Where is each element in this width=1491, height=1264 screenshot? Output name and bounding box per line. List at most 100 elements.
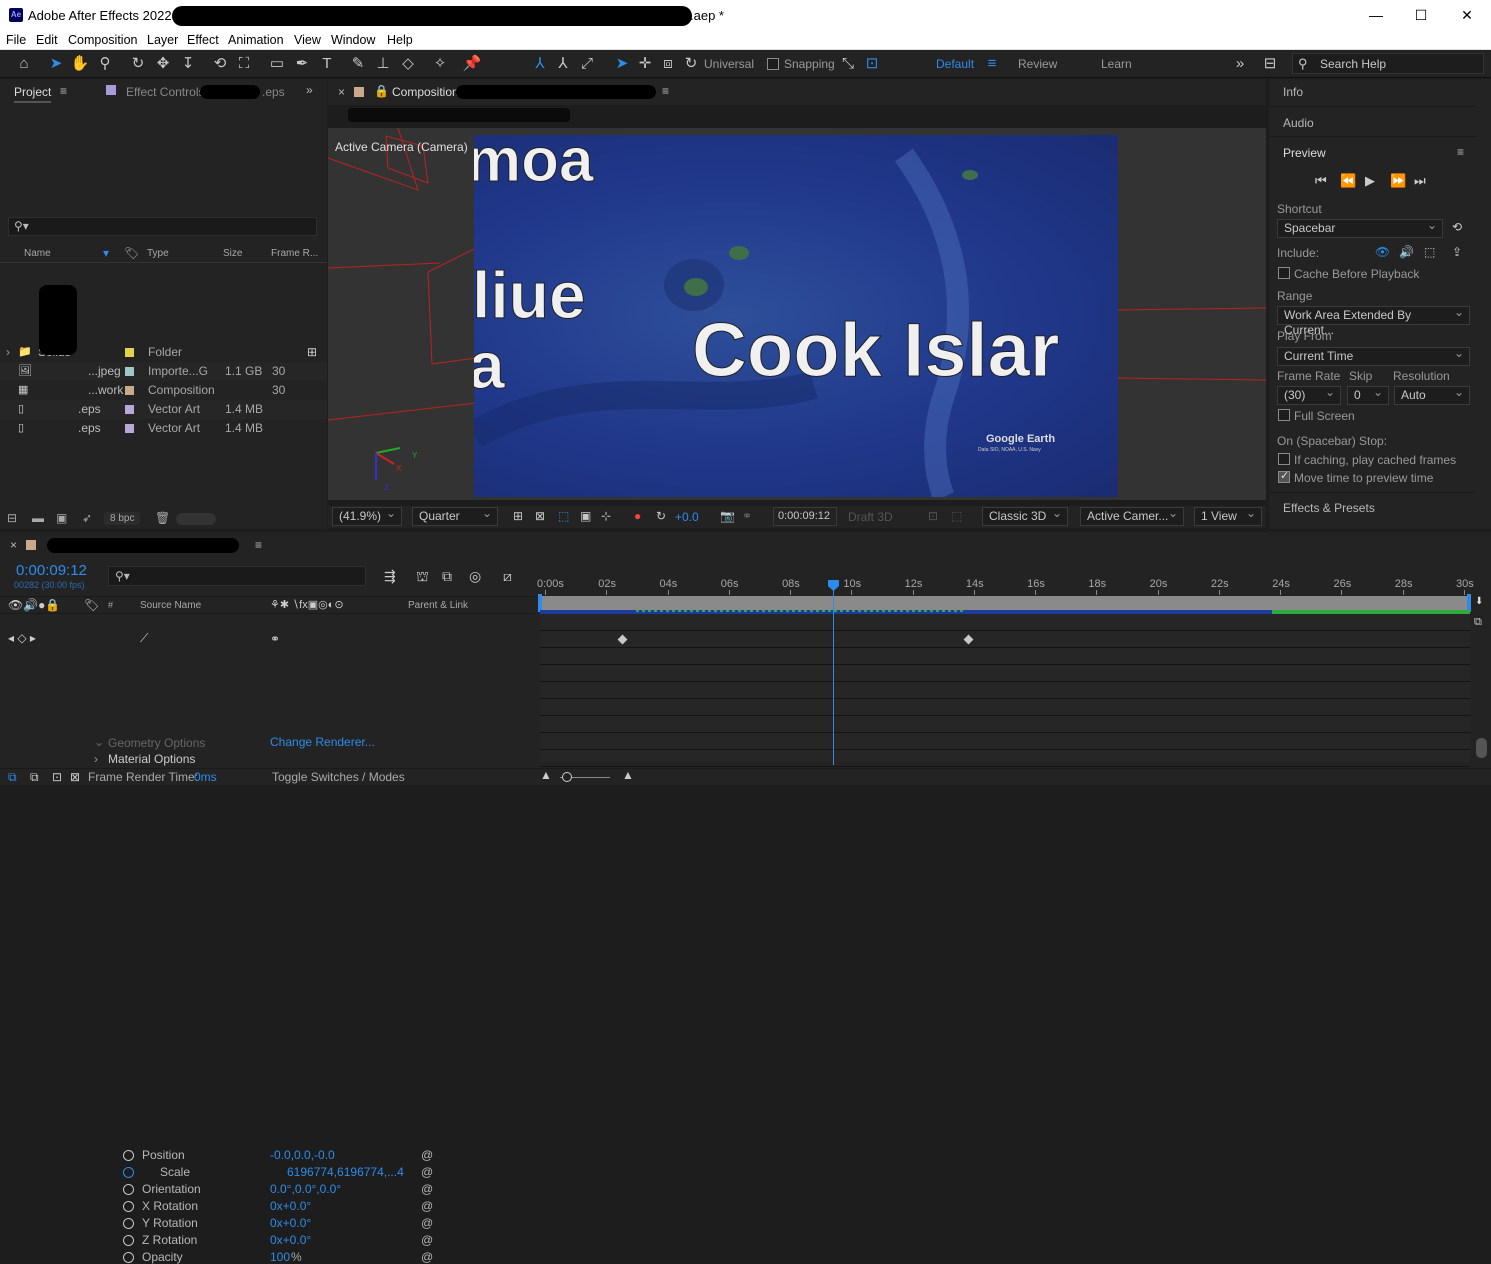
av-switches-icon[interactable]: 👁🔊●🔒 (8, 598, 60, 612)
expand-geometry-icon[interactable]: ⌄ (94, 735, 104, 749)
label-tag-icon[interactable]: 🏷 (124, 246, 139, 260)
toggle-switches-modes[interactable]: Toggle Switches / Modes (272, 770, 405, 784)
property-value[interactable]: 0x+0.0° (270, 1199, 311, 1213)
new-folder-icon[interactable]: ▬ (32, 511, 44, 525)
zoom-out-icon[interactable]: ▲ (540, 768, 552, 782)
mask-visibility-icon[interactable]: ⬚ (558, 509, 569, 523)
col-type[interactable]: Type (147, 248, 169, 259)
property-value[interactable]: 6196774,6196774,...4 (287, 1165, 404, 1179)
close-tab-icon[interactable]: × (338, 85, 345, 99)
3d-select-icon[interactable]: ➤ (612, 54, 632, 74)
show-snapshot-icon[interactable]: ⚭ (742, 509, 752, 523)
scroll-up-icon[interactable]: ⬇ (1475, 596, 1483, 607)
sort-arrow-icon[interactable]: ▾ (103, 246, 109, 260)
audio-section[interactable]: Audio (1269, 109, 1477, 137)
graph-icon[interactable]: ⟋ (140, 631, 148, 646)
3d-rotate-icon[interactable]: ↻ (681, 54, 701, 74)
keyframe-track-area[interactable] (540, 614, 1470, 762)
include-overlays-icon[interactable]: ⬚ (1424, 245, 1435, 259)
col-name[interactable]: Name (24, 248, 51, 259)
skip-dropdown[interactable]: 0 (1347, 385, 1389, 405)
next-frame-icon[interactable]: ⏩ (1390, 173, 1406, 189)
project-menu-icon[interactable]: ≡ (60, 84, 67, 98)
info-header[interactable]: Info (1283, 85, 1303, 99)
rotate-tool-icon[interactable]: ⟲ (210, 54, 230, 74)
minimize-button[interactable]: — (1353, 0, 1399, 31)
workspace-menu-icon[interactable]: ≡ (982, 54, 1002, 74)
project-item-row[interactable]: ▯ .eps Vector Art 1.4 MB (0, 400, 327, 419)
puppet-pin-icon[interactable]: 📌 (462, 54, 482, 74)
label-color-swatch[interactable] (125, 424, 134, 433)
snapping-checkbox[interactable] (767, 58, 779, 70)
trash-icon[interactable]: 🗑 (155, 511, 170, 525)
pick-whip-icon[interactable]: @ (421, 1182, 433, 1196)
pick-whip-icon[interactable]: @ (421, 1216, 433, 1230)
clone-stamp-icon[interactable]: ⊥ (373, 54, 393, 74)
search-help-input[interactable]: Search Help (1320, 57, 1386, 71)
keyframe-navigator[interactable]: ◂ ◇ ▸ (8, 631, 36, 645)
menu-effect[interactable]: Effect (187, 33, 219, 47)
reset-shortcut-icon[interactable]: ⟲ (1452, 220, 1462, 234)
universal-label[interactable]: Universal (704, 57, 754, 71)
world-axis-icon[interactable]: ⅄ (553, 54, 573, 74)
guides-icon[interactable]: ⊹ (601, 509, 611, 523)
menu-help[interactable]: Help (387, 33, 413, 47)
property-value[interactable]: 0x+0.0° (270, 1233, 311, 1247)
label-tag-icon[interactable]: 🏷 (84, 598, 99, 612)
resolution-dropdown[interactable]: Quarter (412, 506, 498, 526)
3d-move-icon[interactable]: ✛ (635, 54, 655, 74)
workspace-review[interactable]: Review (1018, 57, 1057, 71)
menu-file[interactable]: File (6, 33, 26, 47)
lock-icon[interactable]: 🔒 (374, 84, 389, 98)
thumbnail-slider[interactable] (176, 513, 216, 525)
fast-previews-icon[interactable]: ⊞ (513, 509, 523, 523)
orbit-tool-icon[interactable]: ↻ (128, 54, 148, 74)
pan-tool-icon[interactable]: ✥ (153, 54, 173, 74)
draft-3d-icon[interactable]: ⛫ (416, 568, 429, 587)
transparency-grid-icon[interactable]: ⊠ (535, 509, 545, 523)
zoom-in-icon[interactable]: ▲ (622, 768, 634, 782)
range-dropdown[interactable]: Work Area Extended By Current... (1277, 305, 1470, 337)
dolly-tool-icon[interactable]: ↧ (178, 54, 198, 74)
stopwatch-icon[interactable] (123, 1252, 134, 1263)
render-queue-icon[interactable]: ➶ (82, 511, 92, 525)
change-renderer-link[interactable]: Change Renderer... (270, 735, 375, 749)
material-options-label[interactable]: Material Options (108, 752, 195, 766)
zoom-slider-thumb[interactable] (562, 772, 572, 782)
pen-tool-icon[interactable]: ✒ (292, 54, 312, 74)
selection-tool-icon[interactable]: ➤ (46, 54, 66, 74)
property-value[interactable]: -0.0,0.0,-0.0 (270, 1148, 335, 1162)
current-time-field[interactable]: 0:00:09:12 (773, 507, 837, 526)
comp-menu-icon[interactable]: ≡ (662, 84, 669, 98)
view-axis-icon[interactable]: ⤢ (577, 54, 597, 74)
rectangle-tool-icon[interactable]: ▭ (267, 54, 287, 74)
timeline-search-field[interactable]: ⚲▾ (108, 566, 366, 586)
include-video-icon[interactable]: 👁 (1375, 245, 1390, 259)
snapshot-icon[interactable]: 📷 (720, 509, 735, 523)
bit-depth-button[interactable]: 8 bpc (104, 512, 141, 525)
shy-layers-icon[interactable]: ⧉ (442, 568, 452, 585)
project-item-row[interactable]: 🖼 ...jpeg Importe...G 1.1 GB 30 (0, 362, 327, 381)
menu-window[interactable]: Window (331, 33, 375, 47)
render-time-pane-icon[interactable]: ⊠ (70, 770, 80, 784)
if-caching-checkbox[interactable] (1278, 453, 1290, 465)
color-channels-icon[interactable]: ● (634, 509, 641, 523)
stopwatch-icon[interactable] (123, 1184, 134, 1195)
transfer-controls-icon[interactable]: ⧉ (30, 770, 39, 785)
stopwatch-icon[interactable] (123, 1150, 134, 1161)
work-area-bar[interactable] (540, 596, 1470, 610)
frame-blending-icon[interactable]: ◎ (469, 568, 481, 585)
layer-switches-pane-icon[interactable]: ⧉ (8, 770, 17, 785)
tab-composition[interactable]: Composition (392, 85, 459, 99)
3d-scale-icon[interactable]: ⧈ (658, 54, 678, 74)
tab-project[interactable]: Project (14, 85, 52, 103)
type-tool-icon[interactable]: T (317, 54, 337, 74)
extended-viewer-icon[interactable]: ⬚ (951, 509, 962, 523)
3d-ground-icon[interactable]: ⊡ (928, 509, 938, 523)
brush-tool-icon[interactable]: ✎ (348, 54, 368, 74)
interpret-footage-icon[interactable]: ⊟ (7, 511, 17, 525)
col-parent-link[interactable]: Parent & Link (408, 600, 468, 611)
info-section[interactable]: Info (1269, 79, 1477, 107)
stopwatch-icon[interactable] (123, 1201, 134, 1212)
prev-frame-icon[interactable]: ⏪ (1340, 173, 1356, 189)
